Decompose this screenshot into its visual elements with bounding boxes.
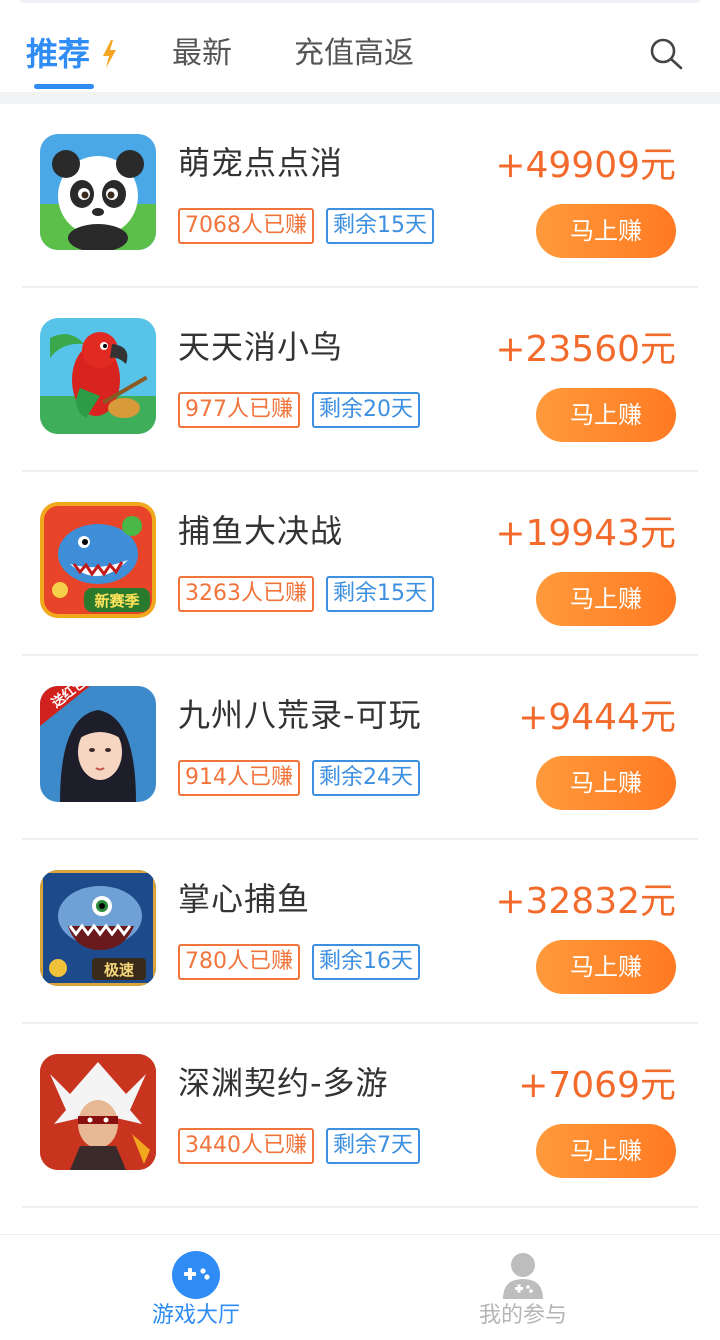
- tab-bar: 推荐 最新 充值高返: [0, 0, 720, 92]
- earn-now-button[interactable]: 马上赚: [536, 1124, 676, 1178]
- gamepad-icon: [172, 1251, 220, 1299]
- earn-now-button[interactable]: 马上赚: [536, 756, 676, 810]
- reward-amount: +23560元: [495, 329, 676, 370]
- nav-label: 游戏大厅: [151, 1303, 240, 1328]
- game-title: 掌心捕鱼: [178, 880, 311, 918]
- tab-recharge-rebate[interactable]: 充值高返: [294, 33, 414, 75]
- user-game-icon: [503, 1253, 543, 1299]
- earn-now-button[interactable]: 马上赚: [536, 940, 676, 994]
- reward-amount: +49909元: [495, 145, 676, 186]
- earned-count-tag: 977人已赚: [178, 392, 300, 428]
- earn-now-button[interactable]: 马上赚: [536, 572, 676, 626]
- tab-latest[interactable]: 最新: [172, 33, 232, 75]
- nav-game-hall[interactable]: 游戏大厅: [96, 1235, 296, 1340]
- days-remaining-tag: 剩余20天: [312, 392, 420, 428]
- game-row[interactable]: 天天消小鸟 977人已赚 剩余20天 +23560元 马上赚: [22, 288, 698, 472]
- game-row[interactable]: 新赛季 捕鱼大决战 3263人已赚 剩余15天 +19943元 马上赚: [22, 472, 698, 656]
- nav-my-participation[interactable]: 我的参与: [423, 1235, 623, 1340]
- days-remaining-tag: 剩余7天: [326, 1128, 420, 1164]
- game-tags: 3263人已赚 剩余15天: [178, 576, 434, 612]
- active-tab-indicator: [34, 84, 94, 89]
- shark-fish-icon: 极速: [40, 870, 156, 986]
- game-tags: 914人已赚 剩余24天: [178, 760, 420, 796]
- game-tags: 780人已赚 剩余16天: [178, 944, 420, 980]
- panda-icon: [40, 134, 156, 250]
- days-remaining-tag: 剩余24天: [312, 760, 420, 796]
- shark-icon: 新赛季: [40, 502, 156, 618]
- reward-amount: +19943元: [495, 513, 676, 554]
- parrot-icon: [40, 318, 156, 434]
- game-title: 天天消小鸟: [178, 328, 344, 366]
- game-title: 九州八荒录-可玩: [178, 696, 422, 734]
- search-icon[interactable]: [648, 36, 684, 72]
- game-tags: 977人已赚 剩余20天: [178, 392, 420, 428]
- game-title: 深渊契约-多游: [178, 1064, 389, 1102]
- earned-count-tag: 7068人已赚: [178, 208, 314, 244]
- game-row[interactable]: 深渊契约-多游 3440人已赚 剩余7天 +7069元 马上赚: [22, 1024, 698, 1208]
- reward-amount: +9444元: [518, 697, 676, 738]
- warrior-icon: [40, 1054, 156, 1170]
- game-title: 萌宠点点消: [178, 144, 344, 182]
- days-remaining-tag: 剩余16天: [312, 944, 420, 980]
- icon-badge-text: 极速: [104, 961, 134, 979]
- game-row[interactable]: 极速 掌心捕鱼 780人已赚 剩余16天 +32832元 马上赚: [22, 840, 698, 1024]
- game-row[interactable]: 萌宠点点消 7068人已赚 剩余15天 +49909元 马上赚: [22, 104, 698, 288]
- icon-badge-text: 新赛季: [94, 592, 139, 610]
- reward-amount: +32832元: [495, 881, 676, 922]
- game-tags: 3440人已赚 剩余7天: [178, 1128, 420, 1164]
- earned-count-tag: 780人已赚: [178, 944, 300, 980]
- section-gap: [0, 92, 720, 104]
- earn-now-button[interactable]: 马上赚: [536, 388, 676, 442]
- earned-count-tag: 914人已赚: [178, 760, 300, 796]
- game-tags: 7068人已赚 剩余15天: [178, 208, 434, 244]
- days-remaining-tag: 剩余15天: [326, 208, 434, 244]
- earned-count-tag: 3263人已赚: [178, 576, 314, 612]
- game-row[interactable]: 送红包 九州八荒录-可玩 914人已赚 剩余24天 +9444元 马上赚: [22, 656, 698, 840]
- heroine-icon: 送红包: [40, 686, 156, 802]
- game-title: 捕鱼大决战: [178, 512, 344, 550]
- lightning-icon: [103, 40, 116, 68]
- reward-amount: +7069元: [518, 1065, 676, 1106]
- days-remaining-tag: 剩余15天: [326, 576, 434, 612]
- earned-count-tag: 3440人已赚: [178, 1128, 314, 1164]
- bottom-nav: 游戏大厅 我的参与: [0, 1234, 720, 1340]
- tab-recommended[interactable]: 推荐: [26, 33, 90, 75]
- nav-label: 我的参与: [478, 1303, 567, 1328]
- earn-now-button[interactable]: 马上赚: [536, 204, 676, 258]
